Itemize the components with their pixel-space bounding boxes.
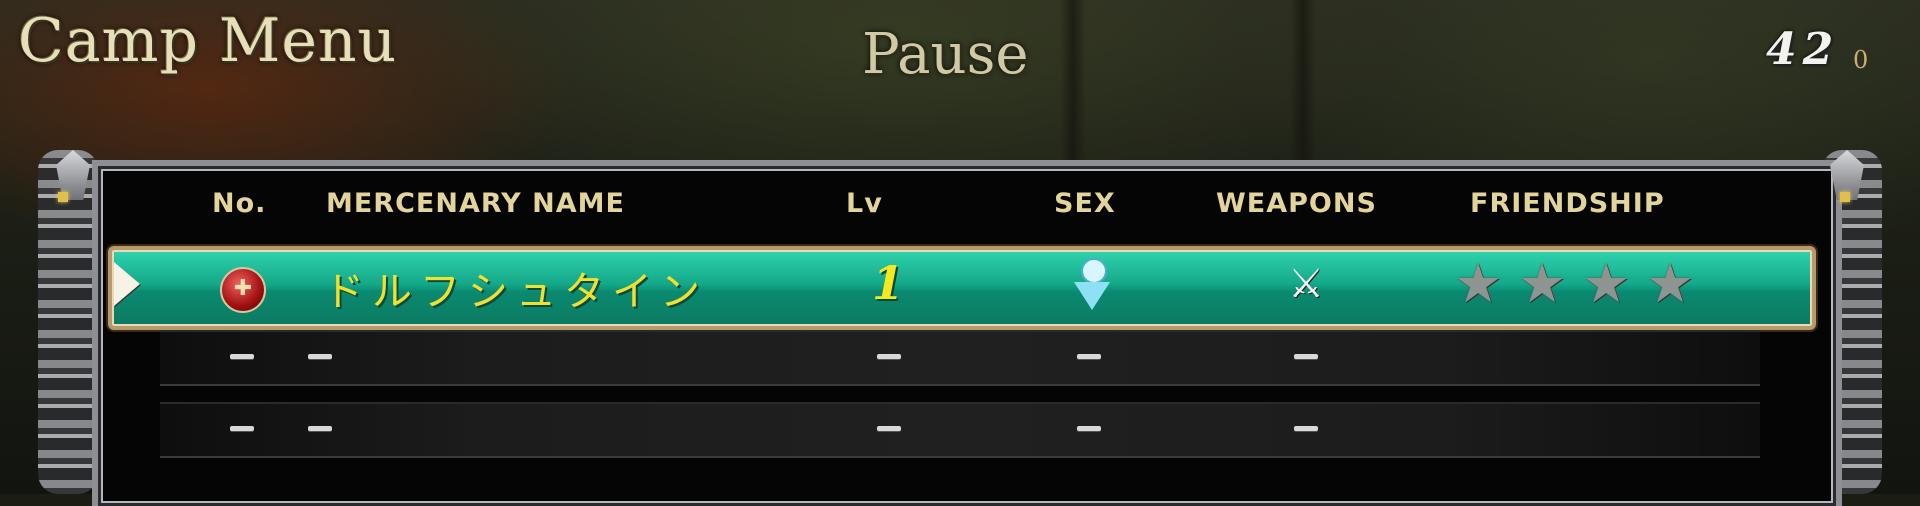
column-header-lv: Lv: [846, 188, 883, 219]
background-tree: [1060, 0, 1086, 160]
empty-no-dash: [230, 354, 254, 359]
selection-cursor-icon: [114, 262, 140, 306]
mercenary-row-empty[interactable]: [160, 402, 1760, 458]
empty-name-dash: [308, 354, 332, 359]
left-chain-ornament: [38, 150, 98, 494]
column-header-name: MERCENARY NAME: [326, 188, 625, 219]
empty-name-dash: [308, 426, 332, 431]
column-header-sex: SEX: [1054, 188, 1116, 219]
pause-title: Pause: [862, 22, 1029, 87]
female-icon: [1072, 258, 1112, 312]
empty-lv-dash: [877, 426, 901, 431]
friendship-star-icon: ★: [1582, 252, 1631, 315]
column-header-friendship: FRIENDSHIP: [1470, 188, 1665, 219]
mercenary-row-empty[interactable]: [160, 330, 1760, 386]
empty-weapons-dash: [1294, 354, 1318, 359]
money-unit: 0: [1853, 46, 1869, 74]
female-icon-head: [1081, 258, 1107, 284]
female-icon-body: [1074, 282, 1110, 310]
empty-sex-dash: [1077, 426, 1101, 431]
column-header-no: No.: [212, 188, 267, 219]
friendship-star-icon: ★: [1646, 252, 1695, 315]
empty-no-dash: [230, 426, 254, 431]
background-tree: [1290, 0, 1316, 160]
friendship-star-icon: ★: [1454, 252, 1503, 315]
camp-menu-title: Camp Menu: [18, 6, 398, 76]
mercenary-level: 1: [872, 256, 905, 310]
right-gem-icon: [1840, 192, 1850, 202]
empty-weapons-dash: [1294, 426, 1318, 431]
empty-lv-dash: [877, 354, 901, 359]
mercenary-crest-icon: ✚: [220, 267, 266, 313]
friendship-star-icon: ★: [1518, 252, 1567, 315]
left-gem-icon: [58, 192, 68, 202]
sword-icon: ⚔: [1288, 261, 1324, 307]
mercenary-name: ドルフシュタイン: [324, 269, 708, 315]
column-header-weapons: WEAPONS: [1216, 188, 1377, 219]
empty-sex-dash: [1077, 354, 1101, 359]
money-amount: 42: [1766, 24, 1840, 75]
